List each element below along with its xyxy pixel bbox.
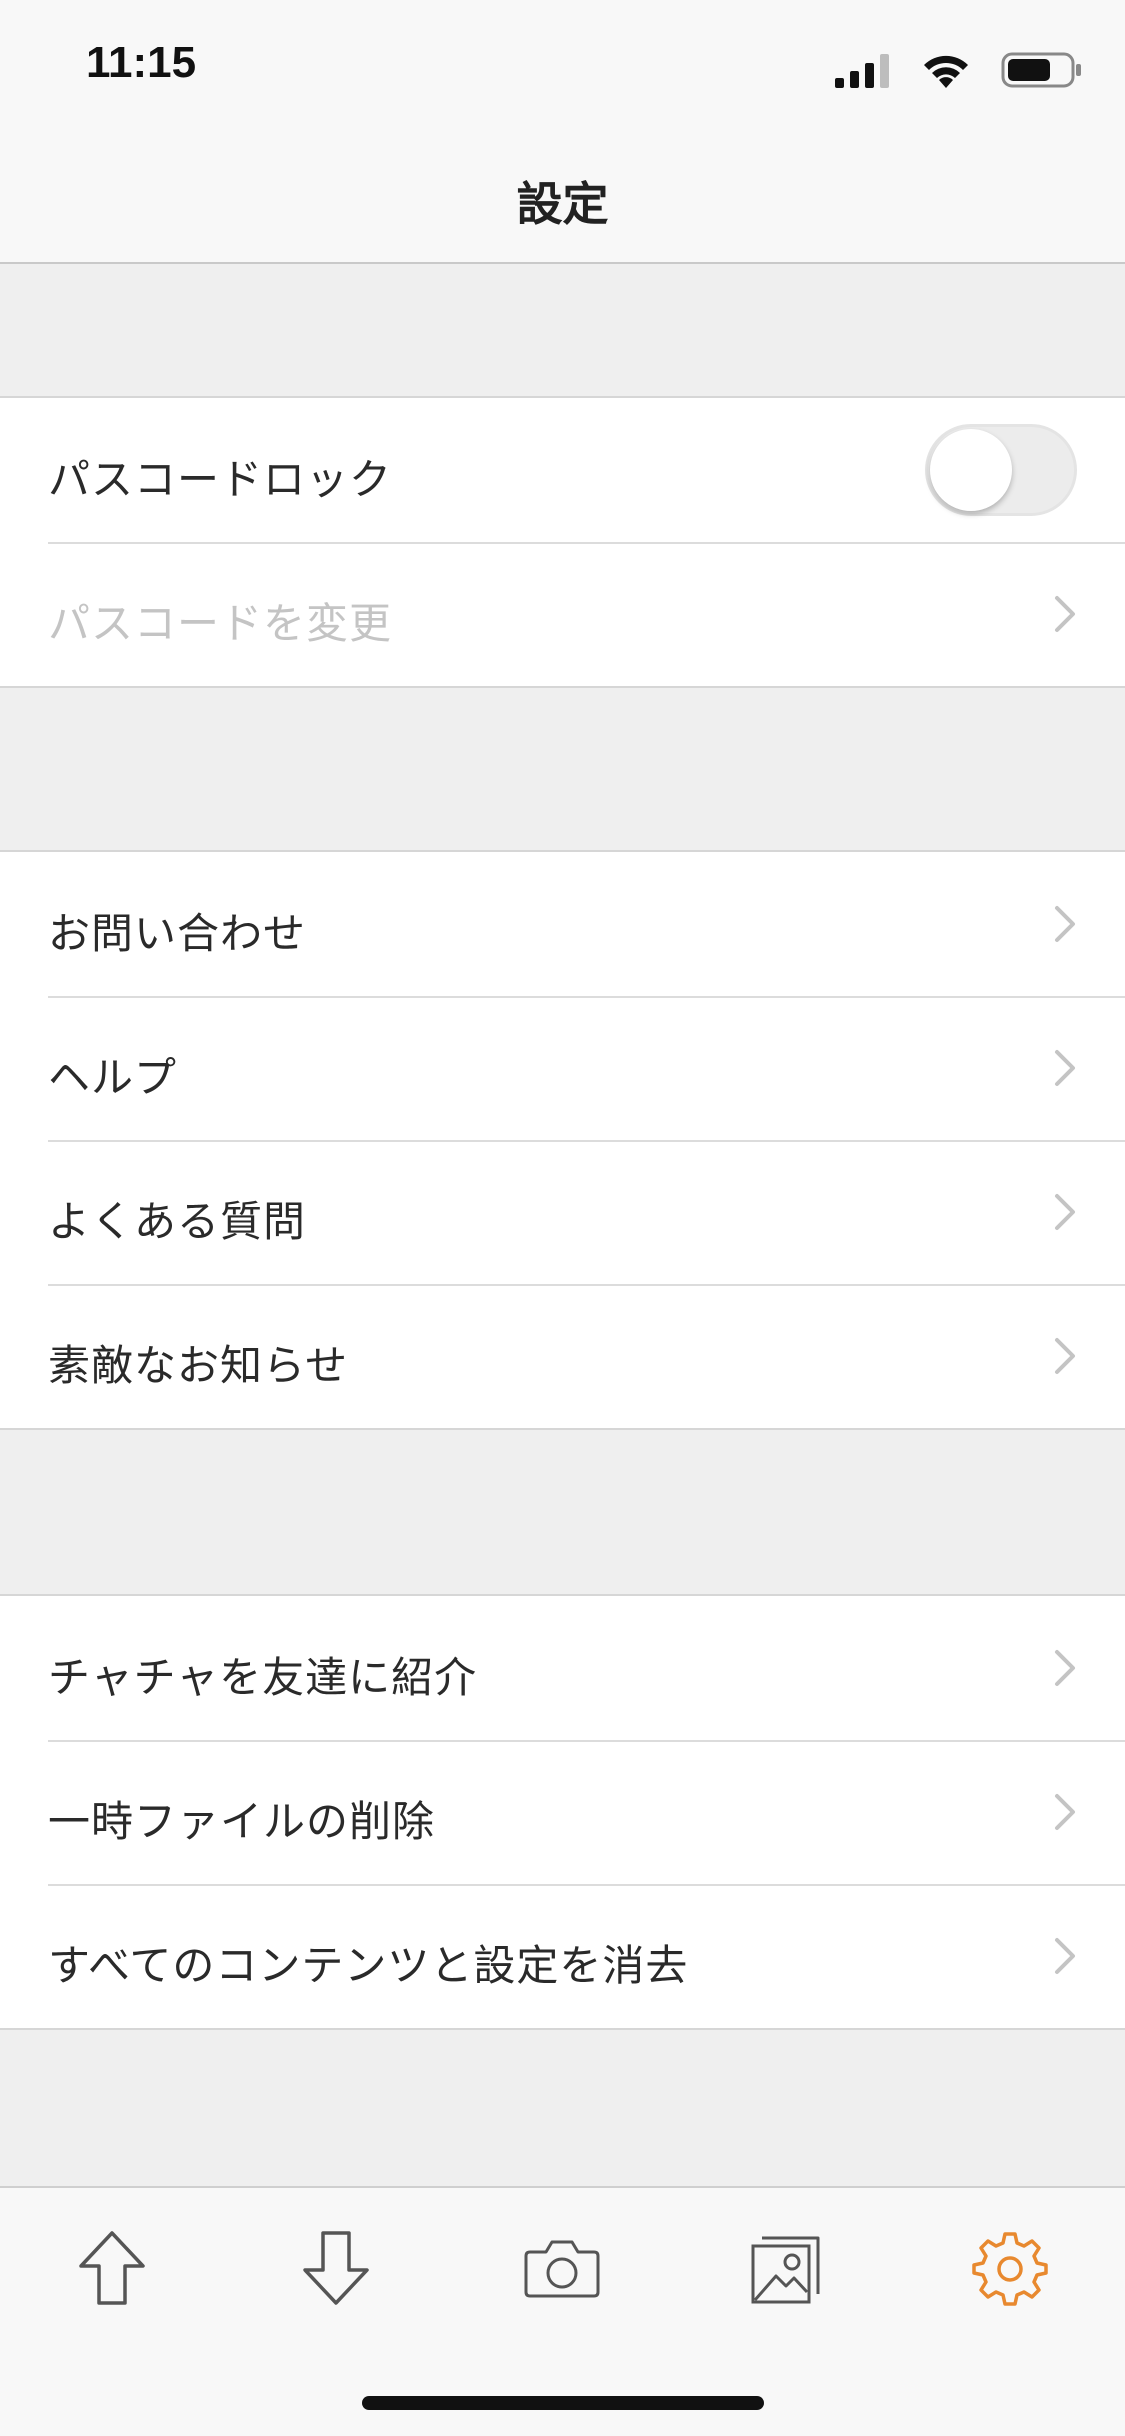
camera-icon	[524, 2240, 600, 2298]
settings-row-change-passcode[interactable]: パスコードを変更	[0, 542, 1125, 686]
status-icons	[823, 44, 1083, 92]
passcode-lock-toggle[interactable]	[925, 424, 1077, 516]
row-label: お問い合わせ	[48, 909, 307, 958]
row-label: 素敵なお知らせ	[48, 1341, 349, 1390]
page-title: 設定	[516, 177, 609, 231]
settings-row-news[interactable]: 素敵なお知らせ	[0, 1284, 1125, 1428]
upload-arrow-icon	[79, 2231, 145, 2305]
row-label: ヘルプ	[48, 1053, 178, 1102]
tab-download[interactable]	[276, 2218, 396, 2318]
chevron-right-icon	[1055, 1938, 1075, 1974]
chevron-right-icon	[1055, 596, 1075, 632]
cellular-signal-icon	[835, 54, 889, 88]
chevron-right-icon	[1055, 1650, 1075, 1686]
tab-gallery[interactable]	[726, 2218, 846, 2318]
settings-section-passcode: パスコードロック パスコードを変更	[0, 396, 1125, 688]
tab-settings[interactable]	[950, 2218, 1070, 2318]
chevron-right-icon	[1055, 1194, 1075, 1230]
row-label: パスコードロック	[48, 455, 393, 504]
row-label: チャチャを友達に紹介	[48, 1653, 478, 1702]
tab-camera[interactable]	[502, 2218, 622, 2318]
status-bar: 11:15	[0, 0, 1125, 132]
chevron-right-icon	[1055, 1050, 1075, 1086]
toggle-knob	[930, 429, 1012, 511]
chevron-right-icon	[1055, 1338, 1075, 1374]
wifi-icon	[924, 55, 968, 88]
row-label: 一時ファイルの削除	[48, 1797, 436, 1846]
settings-section-support: お問い合わせ ヘルプ よくある質問 素敵なお知らせ	[0, 850, 1125, 1430]
chevron-right-icon	[1055, 1794, 1075, 1830]
status-time: 11:15	[86, 38, 197, 87]
gear-icon	[972, 2232, 1048, 2306]
settings-row-delete-temp-files[interactable]: 一時ファイルの削除	[0, 1740, 1125, 1884]
battery-icon	[1001, 52, 1081, 88]
photo-gallery-icon	[751, 2236, 820, 2304]
settings-row-faq[interactable]: よくある質問	[0, 1140, 1125, 1284]
settings-row-help[interactable]: ヘルプ	[0, 996, 1125, 1140]
settings-row-refer-friend[interactable]: チャチャを友達に紹介	[0, 1596, 1125, 1740]
home-indicator	[362, 2396, 764, 2410]
settings-section-data: チャチャを友達に紹介 一時ファイルの削除 すべてのコンテンツと設定を消去	[0, 1594, 1125, 2030]
row-label: すべてのコンテンツと設定を消去	[48, 1941, 689, 1990]
row-label: パスコードを変更	[48, 599, 393, 648]
row-label: よくある質問	[48, 1197, 307, 1246]
download-arrow-icon	[303, 2231, 369, 2305]
navigation-bar: 設定	[0, 132, 1125, 264]
settings-row-erase-all[interactable]: すべてのコンテンツと設定を消去	[0, 1884, 1125, 2028]
settings-row-contact[interactable]: お問い合わせ	[0, 852, 1125, 996]
tab-upload[interactable]	[52, 2218, 172, 2318]
settings-row-passcode-lock: パスコードロック	[0, 398, 1125, 542]
chevron-right-icon	[1055, 906, 1075, 942]
